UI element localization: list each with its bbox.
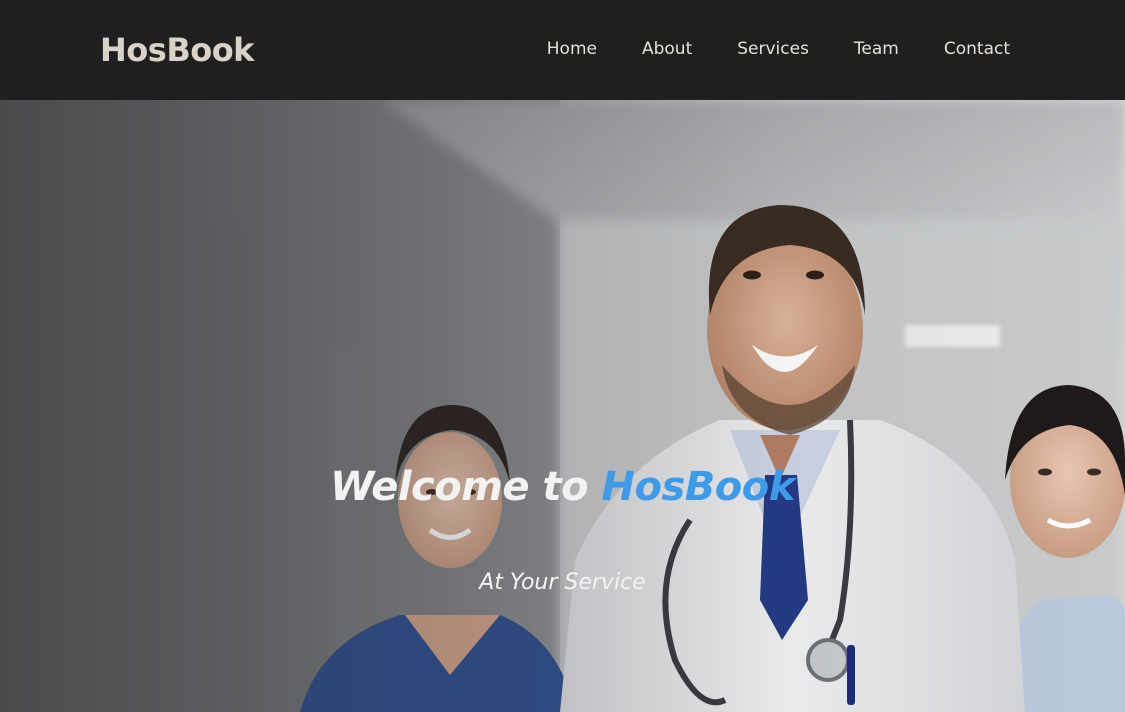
nav-about[interactable]: About (642, 37, 692, 61)
nav-contact[interactable]: Contact (944, 37, 1010, 61)
hero-subtitle: At Your Service (479, 570, 646, 595)
navbar: HosBook Home About Services Team Contact (0, 0, 1125, 100)
nav-team[interactable]: Team (854, 37, 899, 61)
hero-title: Welcome to HosBook (0, 462, 1125, 512)
hero-overlay (0, 100, 1125, 712)
hero-section: Welcome to HosBook At Your Service (0, 100, 1125, 712)
nav-services[interactable]: Services (737, 37, 809, 61)
brand-logo[interactable]: HosBook (100, 30, 254, 70)
nav-home[interactable]: Home (547, 37, 597, 61)
hero-title-prefix: Welcome to (330, 463, 602, 510)
hero-title-brand: HosBook (601, 463, 796, 510)
nav-links: Home About Services Team Contact (502, 37, 1010, 61)
